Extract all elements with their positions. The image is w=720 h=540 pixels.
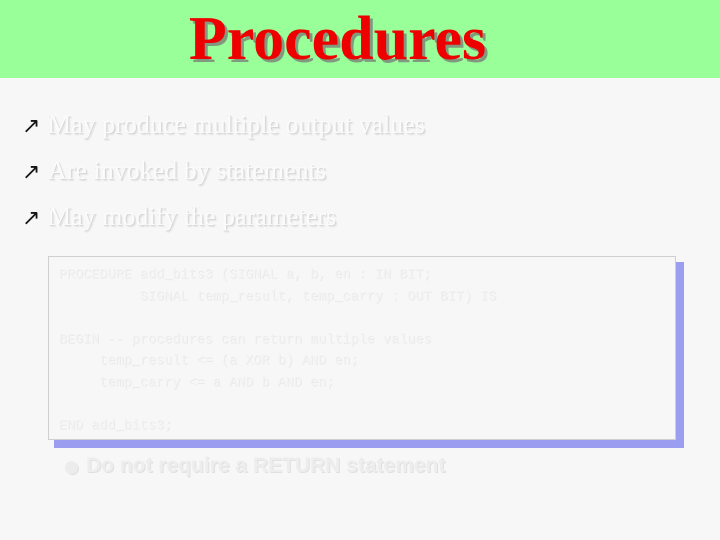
list-item-label: May produce multiple output values bbox=[48, 110, 425, 139]
code-text-box: PROCEDURE add_bits3 (SIGNAL a, b, en : I… bbox=[48, 256, 684, 448]
arrow-bullet-icon: ↗ bbox=[22, 160, 41, 185]
list-item: ↗ Are invoked by statements bbox=[22, 154, 682, 200]
list-item: ↗ May produce multiple output values bbox=[22, 108, 682, 154]
list-item: ↗ May modify the parameters bbox=[22, 200, 682, 246]
code-box-frame: PROCEDURE add_bits3 (SIGNAL a, b, en : I… bbox=[48, 256, 676, 440]
slide-canvas: { "slide": { "title": "Procedures", "ban… bbox=[0, 0, 720, 540]
arrow-bullet-icon: ↗ bbox=[22, 114, 41, 139]
list-item-label: Are invoked by statements bbox=[48, 156, 326, 185]
arrow-bullet-icon: ↗ bbox=[22, 206, 41, 231]
vhdl-code-block: PROCEDURE add_bits3 (SIGNAL a, b, en : I… bbox=[59, 268, 497, 434]
round-bullet-icon: ● bbox=[64, 457, 79, 477]
list-item-label: May modify the parameters bbox=[48, 202, 337, 231]
bullet-list: ↗ May produce multiple output values ↗ A… bbox=[22, 108, 682, 246]
sub-list-item-label: Do not require a RETURN statement bbox=[86, 454, 446, 477]
sub-list-item: ● Do not require a RETURN statement bbox=[64, 452, 445, 481]
page-title: Procedures bbox=[188, 5, 487, 73]
